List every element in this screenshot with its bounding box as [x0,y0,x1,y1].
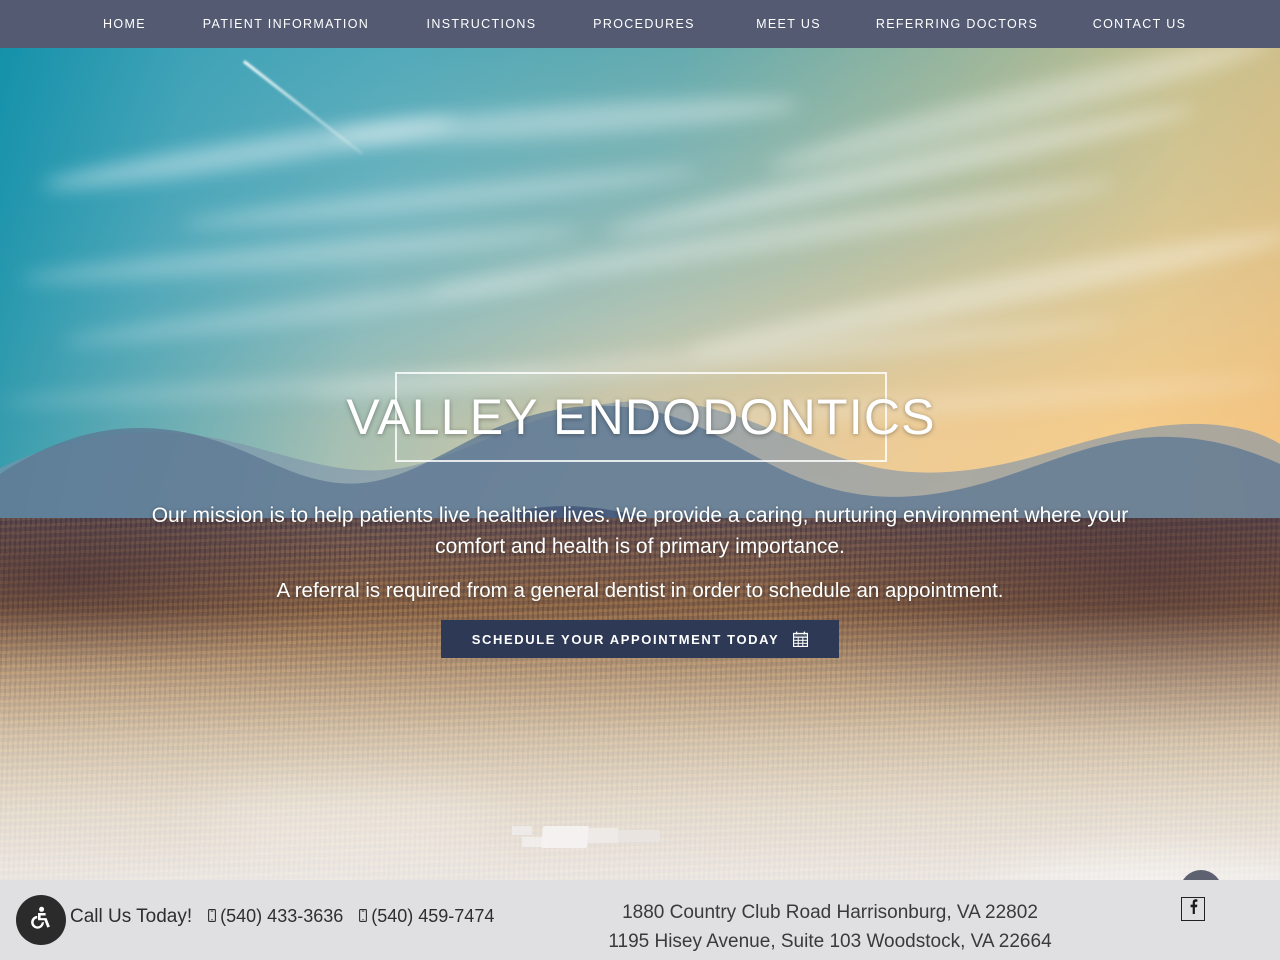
nav-item-contact-us[interactable]: CONTACT US [1057,0,1222,48]
main-navigation: HOME PATIENT INFORMATION INSTRUCTIONS PR… [0,0,1280,48]
nav-item-patient-information[interactable]: PATIENT INFORMATION [177,0,395,48]
accessibility-widget-button[interactable] [16,895,66,945]
wheelchair-accessibility-icon [27,904,55,937]
mission-statement: Our mission is to help patients live hea… [151,504,1129,558]
facebook-icon [1189,899,1198,919]
calendar-icon [793,631,809,647]
hero-content: VALLEY ENDODONTICS Our mission is to hel… [0,48,1280,880]
call-us-label: Call Us Today! [70,906,193,927]
site-footer: Call Us Today! (540) 433-3636 (540) 459-… [0,880,1280,960]
phone-number-secondary: (540) 459-7474 [371,906,495,926]
mobile-phone-icon [359,909,368,922]
nav-item-home[interactable]: HOME [72,0,177,48]
site-title-box: VALLEY ENDODONTICS [346,372,934,462]
nav-list: HOME PATIENT INFORMATION INSTRUCTIONS PR… [0,0,1280,48]
address-woodstock: 1195 Hisey Avenue, Suite 103 Woodstock, … [608,931,1052,952]
referral-notice: A referral is required from a general de… [276,579,1004,602]
facebook-link[interactable] [1181,897,1205,921]
schedule-appointment-label: SCHEDULE YOUR APPOINTMENT TODAY [471,631,780,647]
phone-link-secondary[interactable]: (540) 459-7474 [359,906,494,927]
phone-number-primary: (540) 433-3636 [220,906,344,926]
hero-banner: VALLEY ENDODONTICS Our mission is to hel… [0,48,1280,880]
nav-item-referring-doctors[interactable]: REFERRING DOCTORS [857,0,1057,48]
nav-item-meet-us[interactable]: MEET US [720,0,857,48]
footer-addresses: 1880 Country Club Road Harrisonburg, VA … [520,898,1140,956]
page-title: VALLEY ENDODONTICS [346,389,936,445]
mobile-phone-icon [208,909,217,922]
phone-link-primary[interactable]: (540) 433-3636 [208,906,343,927]
address-harrisonburg: 1880 Country Club Road Harrisonburg, VA … [622,902,1038,923]
schedule-appointment-button[interactable]: SCHEDULE YOUR APPOINTMENT TODAY [441,620,839,658]
nav-item-procedures[interactable]: PROCEDURES [568,0,720,48]
page-root: HOME PATIENT INFORMATION INSTRUCTIONS PR… [0,0,1280,960]
nav-item-instructions[interactable]: INSTRUCTIONS [395,0,568,48]
footer-contact-group: Call Us Today! (540) 433-3636 (540) 459-… [70,906,494,928]
